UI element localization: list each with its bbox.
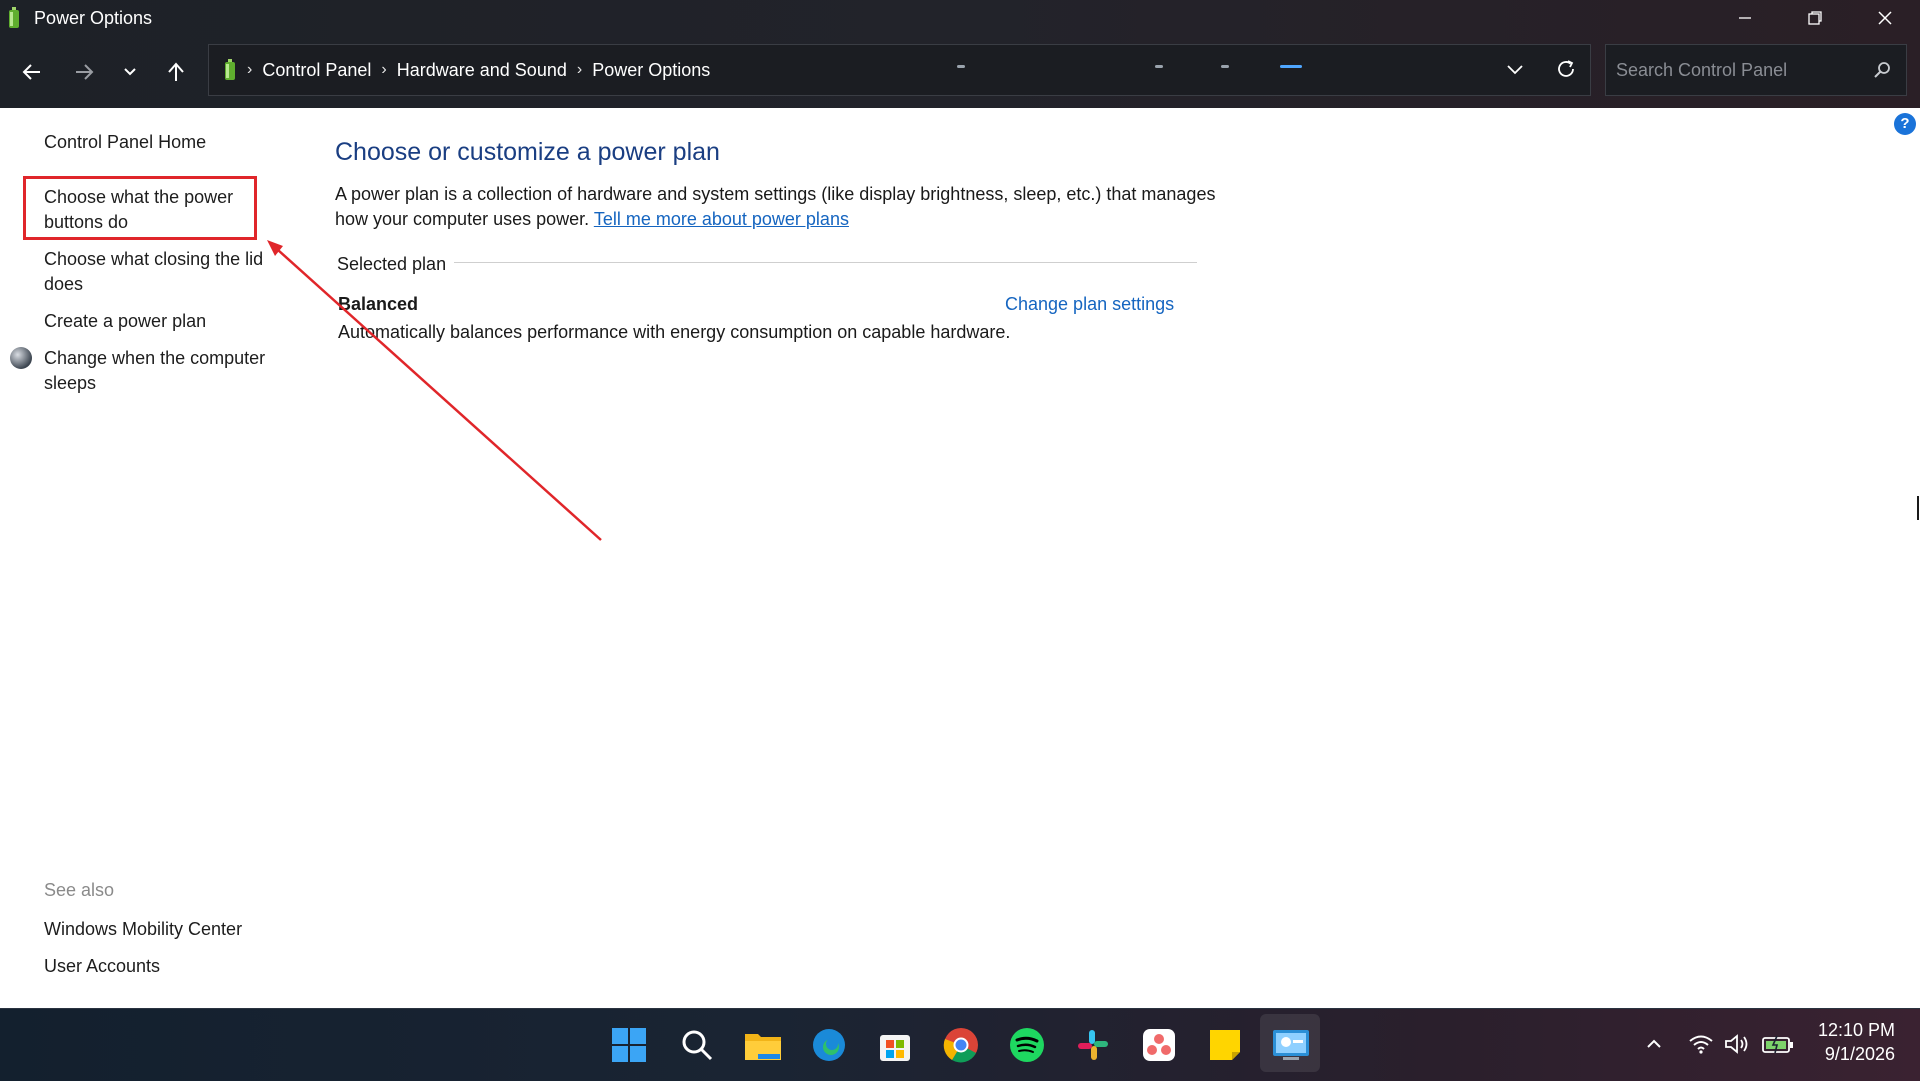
chevron-right-icon: › [381, 61, 387, 78]
plan-name: Balanced [338, 294, 419, 314]
sticky-notes-icon[interactable] [1204, 1024, 1246, 1066]
refresh-icon [1558, 60, 1574, 77]
page-description: A power plan is a collection of hardware… [335, 182, 1235, 232]
page-title: Choose or customize a power plan [335, 138, 720, 166]
running-indicator [957, 65, 965, 68]
chevron-up-icon [1647, 1039, 1661, 1048]
clock-date: 9/1/2026 [1824, 1044, 1895, 1064]
close-button[interactable] [1850, 0, 1920, 36]
windows-start-icon[interactable] [608, 1024, 650, 1066]
change-plan-settings-link[interactable]: Change plan settings [1005, 294, 1174, 315]
recent-locations-button[interactable] [112, 54, 148, 90]
file-explorer-icon[interactable] [742, 1024, 784, 1066]
breadcrumb-power-options[interactable]: Power Options [592, 60, 710, 81]
breadcrumb-control-panel[interactable]: Control Panel [262, 60, 371, 81]
text-cursor [1917, 496, 1919, 520]
create-power-plan-link[interactable]: Create a power plan [44, 309, 274, 334]
navigation-bar: › Control Panel › Hardware and Sound › P… [0, 36, 1920, 108]
volume-icon[interactable] [1722, 1024, 1752, 1064]
address-history-dropdown[interactable] [1505, 59, 1525, 84]
control-panel-home-link[interactable]: Control Panel Home [44, 130, 274, 155]
power-options-app-icon [6, 7, 22, 29]
show-hidden-icons-button[interactable] [1640, 1024, 1668, 1064]
chrome-icon[interactable] [940, 1024, 982, 1066]
arrow-up-icon [168, 62, 184, 81]
microsoft-store-icon[interactable] [874, 1024, 916, 1066]
selected-plan-divider [454, 262, 1197, 263]
running-indicator [1155, 65, 1163, 68]
arrow-left-icon [22, 64, 40, 80]
slack-icon[interactable] [1072, 1024, 1114, 1066]
annotation-highlight-box [23, 176, 257, 240]
spotify-icon[interactable] [1006, 1024, 1048, 1066]
closing-lid-link[interactable]: Choose what closing the lid does [44, 247, 279, 297]
plan-description: Automatically balances performance with … [338, 322, 1011, 342]
computer-sleeps-link[interactable]: Change when the computer sleeps [44, 346, 284, 396]
selected-plan-label: Selected plan [337, 254, 447, 274]
arrow-right-icon [76, 64, 94, 80]
back-button[interactable] [14, 54, 50, 90]
forward-button[interactable] [66, 54, 102, 90]
taskbar-clock[interactable]: 12:10 PM 9/1/2026 [1805, 1018, 1895, 1066]
see-also-label: See also [44, 880, 115, 900]
windows-mobility-center-link[interactable]: Windows Mobility Center [44, 917, 274, 942]
minimize-button[interactable] [1710, 0, 1780, 36]
search-icon[interactable] [676, 1024, 718, 1066]
asana-icon[interactable] [1138, 1024, 1180, 1066]
edge-browser-icon[interactable] [808, 1024, 850, 1066]
chevron-down-icon [1507, 65, 1523, 75]
search-input[interactable]: Search Control Panel [1605, 44, 1907, 96]
chevron-down-icon [124, 68, 136, 76]
restore-button[interactable] [1780, 0, 1850, 36]
title-bar: Power Options [0, 0, 1920, 36]
address-bar[interactable]: › Control Panel › Hardware and Sound › P… [208, 44, 1591, 96]
battery-charging-icon[interactable] [1760, 1024, 1796, 1064]
control-panel-icon[interactable] [1270, 1024, 1312, 1066]
active-indicator [1280, 65, 1302, 68]
breadcrumb-hardware-and-sound[interactable]: Hardware and Sound [397, 60, 567, 81]
window-title: Power Options [34, 7, 153, 28]
search-icon[interactable] [1872, 60, 1892, 85]
search-placeholder: Search Control Panel [1616, 59, 1788, 80]
wifi-icon[interactable] [1686, 1024, 1716, 1064]
refresh-button[interactable] [1555, 58, 1577, 85]
power-options-location-icon [223, 59, 237, 81]
chevron-right-icon: › [576, 61, 583, 78]
help-button[interactable]: ? [1894, 113, 1916, 135]
learn-more-link[interactable]: Tell me more about power plans [594, 209, 849, 229]
chevron-right-icon: › [247, 61, 253, 78]
clock-time: 12:10 PM [1817, 1020, 1895, 1040]
sleep-globe-icon [9, 346, 33, 375]
up-button[interactable] [158, 54, 194, 90]
running-indicator [1221, 65, 1229, 68]
user-accounts-link[interactable]: User Accounts [44, 954, 274, 979]
annotation-arrow [267, 240, 602, 541]
